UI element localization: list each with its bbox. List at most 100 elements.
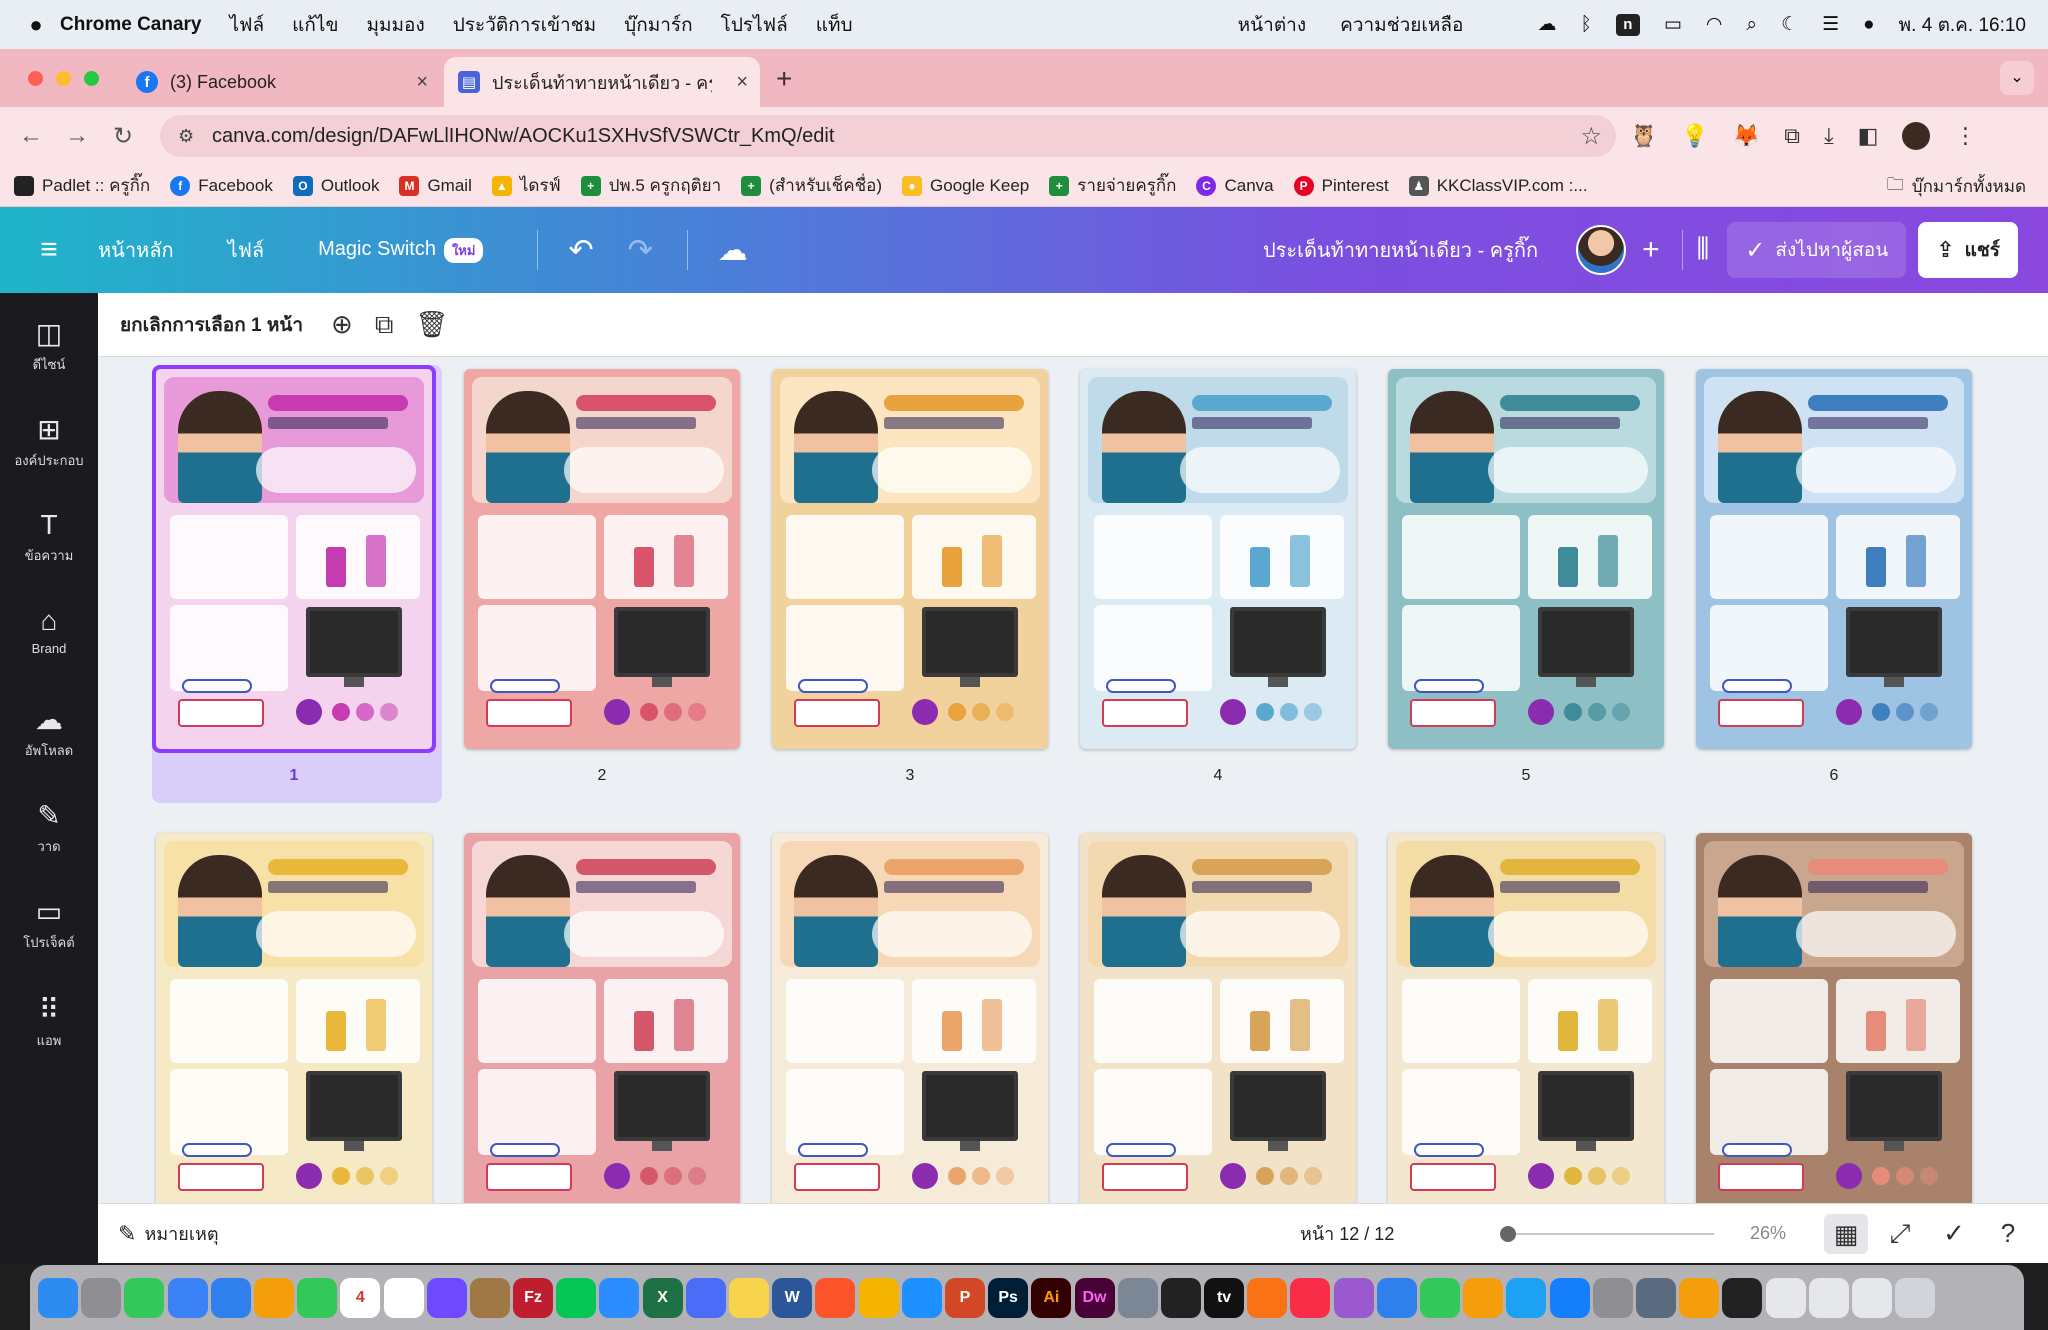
- photoshop-icon[interactable]: Ps: [988, 1277, 1029, 1318]
- appstore-icon[interactable]: [1549, 1277, 1590, 1318]
- close-tab-icon[interactable]: ×: [736, 71, 748, 94]
- wifi-icon[interactable]: ◠: [1706, 13, 1723, 36]
- add-page-icon[interactable]: ⊕: [331, 309, 353, 340]
- page-thumbnail-10[interactable]: [1080, 833, 1356, 1203]
- reminders-icon[interactable]: [383, 1277, 424, 1318]
- messages-icon[interactable]: [124, 1277, 165, 1318]
- page-thumbnail-9[interactable]: [772, 833, 1048, 1203]
- zoom-icon[interactable]: [599, 1277, 640, 1318]
- battery-icon[interactable]: ▭: [1664, 13, 1682, 36]
- doc2-icon[interactable]: [1808, 1277, 1849, 1318]
- podcasts-icon[interactable]: [1333, 1277, 1374, 1318]
- page-indicator[interactable]: หน้า 12 / 12: [1300, 1219, 1394, 1248]
- share-button[interactable]: ⇪ แชร์: [1918, 222, 2018, 278]
- bookmark-outlook[interactable]: O Outlook: [292, 175, 379, 196]
- pdf-icon[interactable]: [1679, 1277, 1720, 1318]
- notes-button[interactable]: ✎ หมายเหตุ: [118, 1219, 219, 1248]
- launchpad-icon[interactable]: [81, 1277, 122, 1318]
- spotlight-search-icon[interactable]: ⌕: [1746, 14, 1757, 36]
- collaborator-avatar[interactable]: [1576, 225, 1627, 275]
- line-icon[interactable]: [556, 1277, 597, 1318]
- bookmark-sheet-expenses[interactable]: + รายจ่ายครูกิ๊ก: [1049, 172, 1176, 199]
- profile-avatar-icon[interactable]: [1902, 122, 1931, 150]
- keynote-icon[interactable]: [685, 1277, 726, 1318]
- sidebar-item-uploads[interactable]: ☁ อัพโหลด: [0, 703, 98, 761]
- zoom-level[interactable]: 26%: [1750, 1223, 1786, 1244]
- page-thumbnail-2[interactable]: [464, 369, 740, 749]
- music-icon[interactable]: [1290, 1277, 1331, 1318]
- bookmark-sheet-attendance[interactable]: + (สำหรับเช็คชื่อ): [741, 172, 882, 199]
- home-button[interactable]: หน้าหลัก: [98, 234, 174, 266]
- bookmark-sheet-grades[interactable]: + ปพ.5 ครูกฤติยา: [580, 172, 721, 199]
- notes-icon[interactable]: [729, 1277, 769, 1318]
- add-collaborator-icon[interactable]: +: [1642, 233, 1660, 267]
- file-menu-button[interactable]: ไฟล์: [228, 234, 264, 266]
- sidebar-item-projects[interactable]: ▭ โปรเจ็คต์: [0, 895, 98, 953]
- page-thumbnail-7[interactable]: [156, 833, 432, 1203]
- sidebar-item-draw[interactable]: ✎ วาด: [0, 799, 98, 857]
- calendar-icon[interactable]: 4: [340, 1277, 381, 1318]
- page-thumbnail-5[interactable]: [1388, 369, 1664, 749]
- window-minimize-button[interactable]: [56, 71, 71, 86]
- window-close-button[interactable]: [28, 71, 43, 86]
- settings-icon[interactable]: [1592, 1277, 1633, 1318]
- all-bookmarks-folder[interactable]: 🗀 บุ๊กมาร์กทั้งหมด: [1887, 165, 2026, 207]
- menu-view[interactable]: มุมมอง: [366, 10, 424, 40]
- scanner-icon[interactable]: [1117, 1277, 1158, 1318]
- menu-app-name[interactable]: Chrome Canary: [60, 14, 202, 36]
- imovie-icon[interactable]: [426, 1277, 467, 1318]
- extensions-puzzle-icon[interactable]: ⧉: [1784, 123, 1800, 149]
- duplicate-page-icon[interactable]: ⧉: [375, 309, 394, 341]
- obs-icon[interactable]: [1160, 1277, 1201, 1318]
- photos-icon[interactable]: [253, 1277, 294, 1318]
- sidebar-item-brand[interactable]: ⌂ Brand: [0, 605, 98, 656]
- grid-view-icon[interactable]: ▦: [1824, 1214, 1868, 1254]
- tab-facebook[interactable]: f (3) Facebook ×: [122, 57, 440, 107]
- deselect-pages-button[interactable]: ยกเลิกการเลือก 1 หน้า: [120, 310, 303, 340]
- trash-icon[interactable]: [1895, 1277, 1936, 1318]
- word-icon[interactable]: W: [772, 1277, 813, 1318]
- bookmark-facebook[interactable]: f Facebook: [170, 175, 273, 196]
- apple-icon[interactable]: ●: [12, 12, 60, 38]
- side-panel-icon[interactable]: ◧: [1858, 123, 1879, 149]
- zoom-slider-handle[interactable]: [1500, 1226, 1516, 1242]
- magic-switch-button[interactable]: Magic Switch ใหม่: [318, 237, 484, 263]
- excel-icon[interactable]: X: [642, 1277, 683, 1318]
- bookmark-padlet[interactable]: Padlet :: ครูกิ๊ก: [14, 172, 150, 199]
- illustrator-icon[interactable]: Ai: [1031, 1277, 1072, 1318]
- sidebar-item-design[interactable]: ◫ ดีไซน์: [0, 317, 98, 375]
- new-tab-button[interactable]: +: [776, 63, 792, 95]
- extension-fox-icon[interactable]: 🦊: [1733, 123, 1760, 149]
- page-thumbnail-6[interactable]: [1696, 369, 1972, 749]
- bookmark-star-icon[interactable]: ☆: [1580, 122, 1602, 151]
- bookmark-pinterest[interactable]: P Pinterest: [1293, 175, 1389, 196]
- appstore-alt-icon[interactable]: [210, 1277, 251, 1318]
- tab-search-button[interactable]: ⌄: [2000, 61, 2034, 95]
- window-zoom-button[interactable]: [84, 71, 99, 86]
- focus-moon-icon[interactable]: ☾: [1781, 13, 1798, 36]
- chrome-menu-icon[interactable]: ⋮: [1954, 123, 1976, 149]
- back-button[interactable]: ←: [8, 122, 54, 150]
- menu-file[interactable]: ไฟล์: [230, 10, 265, 40]
- page-thumbnail-4[interactable]: [1080, 369, 1356, 749]
- menu-history[interactable]: ประวัติการเข้าชม: [453, 10, 596, 40]
- input-source-icon[interactable]: n: [1615, 13, 1640, 36]
- delete-page-icon[interactable]: 🗑: [415, 309, 448, 340]
- reload-button[interactable]: ↻: [100, 122, 146, 151]
- bookmark-gmail[interactable]: M Gmail: [399, 175, 472, 196]
- undo-icon[interactable]: ↶: [568, 233, 593, 268]
- dreamweaver-icon[interactable]: Dw: [1074, 1277, 1115, 1318]
- finder-icon[interactable]: [38, 1277, 78, 1318]
- cloud-saved-icon[interactable]: ☁: [718, 233, 748, 268]
- url-text[interactable]: canva.com/design/DAFwLlIHONw/AOCKu1SXHvS…: [212, 125, 834, 148]
- menu-hamburger-icon[interactable]: ≡: [0, 233, 98, 267]
- address-bar[interactable]: ⚙ canva.com/design/DAFwLlIHONw/AOCKu1SXH…: [160, 115, 1616, 157]
- preview-icon[interactable]: [1635, 1277, 1676, 1318]
- insights-chart-icon[interactable]: ⫴: [1697, 233, 1710, 267]
- check-icon[interactable]: ✓: [1938, 1218, 1970, 1249]
- close-tab-icon[interactable]: ×: [416, 71, 428, 94]
- brave-icon[interactable]: [815, 1277, 856, 1318]
- sidebar-item-text[interactable]: T ข้อความ: [0, 509, 98, 566]
- design-title[interactable]: ประเด็นท้าทายหน้าเดียว - ครูกิ๊ก: [1263, 234, 1538, 266]
- page-thumbnail-3[interactable]: [772, 369, 1048, 749]
